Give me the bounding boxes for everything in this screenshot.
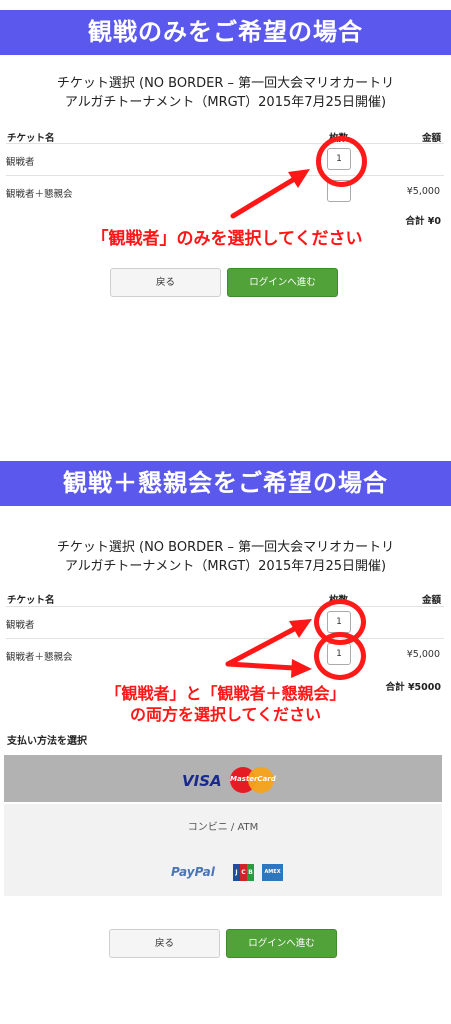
payment-option-convenience[interactable]: コンビニ / ATM <box>4 804 442 851</box>
payment-option-card[interactable]: VISA MasterCard <box>4 755 442 802</box>
payment-method-label: 支払い方法を選択 <box>7 736 87 747</box>
annotation-text: 「観戦者」のみを選択してください <box>91 229 363 249</box>
proceed-login-button[interactable]: ログインへ進む <box>227 268 338 297</box>
ticket-title: チケット選択 (NO BORDER – 第一回大会マリオカートリ アルガチトーナ… <box>0 538 451 576</box>
ticket-title-line2: アルガチトーナメント（MRGT）2015年7月25日開催) <box>64 559 387 574</box>
proceed-login-button[interactable]: ログインへ進む <box>226 929 337 958</box>
amex-logo-icon: AMEX <box>262 864 283 881</box>
annotation-line2: の両方を選択してください <box>129 705 322 724</box>
annotation-line1: 「観戦者」と「観戦者＋懇親会」 <box>105 684 346 703</box>
back-button[interactable]: 戻る <box>110 268 221 297</box>
annotation-text: 「観戦者」と「観戦者＋懇親会」 の両方を選択してください <box>0 683 451 725</box>
banner-spectator-party: 観戦＋懇親会をご希望の場合 <box>0 461 451 506</box>
visa-logo-icon: VISA <box>182 772 222 790</box>
paypal-logo-icon: PayPal <box>171 865 215 879</box>
back-button[interactable]: 戻る <box>109 929 220 958</box>
jcb-logo-icon: J C B <box>233 864 255 881</box>
mastercard-logo-icon: MasterCard <box>230 767 276 793</box>
payment-option-paypal[interactable]: PayPal J C B AMEX <box>4 850 442 896</box>
ticket-title-line1: チケット選択 (NO BORDER – 第一回大会マリオカートリ <box>56 540 395 555</box>
